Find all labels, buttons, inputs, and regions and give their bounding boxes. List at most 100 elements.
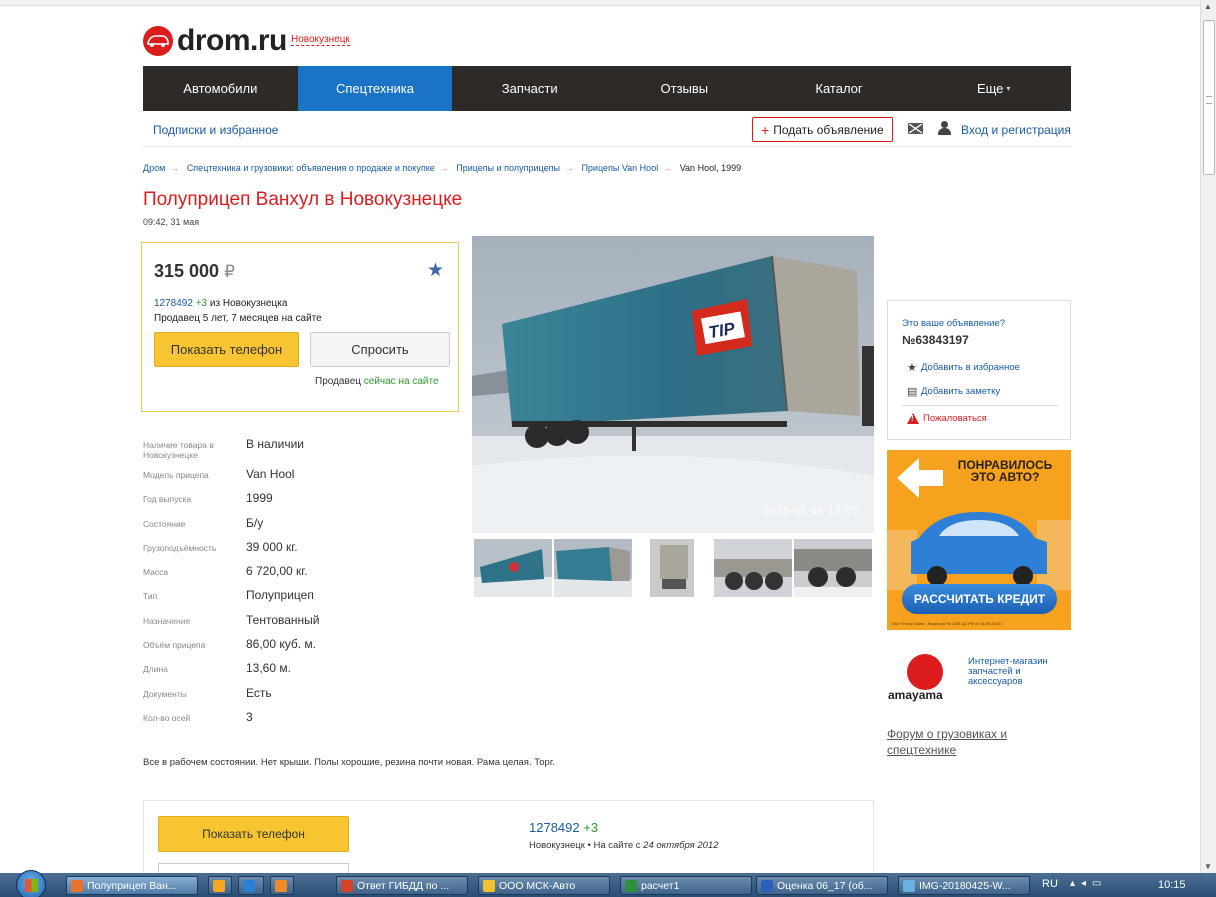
city-selector[interactable]: Новокузнецк [291, 34, 350, 46]
breadcrumb-item[interactable]: Прицепы Van Hool [581, 163, 658, 173]
photo-thumbnail[interactable] [794, 539, 872, 597]
specs-table: Наличие товара в Новокузнецке В наличии Мо… [143, 437, 453, 734]
taskbar-item[interactable] [270, 876, 294, 895]
nav-label: Еще [976, 81, 1004, 96]
spec-label: Тип [143, 591, 158, 602]
taskbar-item[interactable] [208, 876, 232, 895]
taskbar-item[interactable]: Оценка 06_17 (об... [756, 876, 888, 895]
thumbnail-image [794, 539, 872, 597]
taskbar-item[interactable]: Полуприцеп Ван... [66, 876, 198, 895]
banner-fine-print: ПАО «Плюс Банк». Лицензия № 1189 ЦБ РФ о… [891, 621, 1004, 626]
photo-thumbnail[interactable] [634, 539, 712, 597]
spec-row: Тип Полуприцеп [143, 588, 453, 612]
calculate-credit-button[interactable]: РАССЧИТАТЬ КРЕДИТ [902, 584, 1057, 614]
add-note-link[interactable]: ▤ Добавить заметку [907, 385, 1000, 398]
spec-row: Кол-во осей 3 [143, 710, 453, 734]
nav-item-special-equipment[interactable]: Спецтехника [297, 66, 453, 111]
star-icon[interactable]: ★ [427, 259, 444, 282]
start-button[interactable] [16, 870, 46, 897]
nav-label: Каталог [815, 81, 863, 96]
nav-item-cars[interactable]: Автомобили [143, 66, 298, 111]
listing-date: 09:42, 31 мая [143, 217, 200, 227]
add-favorite-link[interactable]: ★ Добавить в избранное [907, 361, 1020, 374]
taskbar-label: Оценка 06_17 (об... [777, 879, 873, 892]
thumbnail-image [714, 539, 792, 597]
nav-label: Спецтехника [336, 81, 414, 96]
amayama-ad[interactable]: amayama Интернет-магазин запчастей и акс… [887, 650, 1071, 705]
breadcrumb-item[interactable]: Спецтехника и грузовики: объявления о пр… [187, 163, 435, 173]
amayama-text: Интернет-магазин запчастей и аксессуаров [968, 656, 1048, 687]
divider [902, 405, 1058, 406]
spec-label: Объём прицепа [143, 640, 206, 651]
spec-value: Тентованный [246, 612, 320, 627]
spec-value: 86,00 куб. м. [246, 637, 317, 652]
main-photo[interactable]: TIP 2018-01-16 13:05 [472, 236, 874, 533]
app-icon [341, 879, 353, 892]
taskbar-item[interactable]: расчет1 [620, 876, 752, 895]
login-link[interactable]: Вход и регистрация [961, 123, 1071, 137]
arrow-right-icon: → [170, 163, 180, 173]
chevron-down-icon: ▾ [1006, 84, 1011, 93]
spec-value: Б/у [246, 515, 264, 530]
seller-online-status: Продавец сейчас на сайте [315, 376, 439, 387]
seller-id-link[interactable]: 1278492 [154, 298, 193, 309]
site-logo[interactable]: drom.ru [143, 24, 287, 58]
bottom-show-phone-button[interactable]: Показать телефон [158, 816, 349, 852]
language-indicator[interactable]: RU [1042, 878, 1058, 890]
windows-taskbar: Полуприцеп Ван... Ответ ГИБДД по ... ООО М… [0, 870, 1216, 897]
taskbar-item[interactable] [238, 876, 264, 895]
spec-row: Состояние Б/у [143, 516, 453, 540]
trailer-photo-image: TIP [472, 236, 874, 533]
spec-value: Van Hool [246, 467, 295, 481]
post-ad-button[interactable]: + Подать объявление [752, 117, 893, 142]
photo-thumbnail[interactable] [554, 539, 632, 597]
seller-info: 1278492 +3 из Новокузнецка [154, 298, 287, 309]
subscriptions-link[interactable]: Подписки и избранное [153, 123, 278, 137]
tray-icons[interactable]: ▴◂▭ [1070, 878, 1108, 889]
plus-icon: + [761, 121, 770, 138]
photo-thumbnail[interactable] [714, 539, 792, 597]
owner-question-link[interactable]: Это ваше объявление? [902, 318, 1005, 329]
forum-link[interactable]: Форум о грузовиках и спецтехнике [887, 726, 1057, 758]
breadcrumb-item[interactable]: Прицепы и полуприцепы [456, 163, 560, 173]
spec-label: Масса [143, 567, 169, 578]
photo-thumbnail[interactable] [474, 539, 552, 597]
online-status: сейчас на сайте [363, 376, 439, 387]
taskbar-item[interactable]: IMG-20180425-W... [898, 876, 1030, 895]
vertical-scrollbar[interactable]: ▲ ▼ [1200, 0, 1216, 873]
scroll-down-icon[interactable]: ▼ [1204, 862, 1212, 871]
mail-icon[interactable] [908, 123, 923, 134]
nav-label: Автомобили [183, 81, 258, 96]
app-icon [275, 879, 287, 892]
nav-label: Запчасти [501, 81, 558, 96]
taskbar-item[interactable]: Ответ ГИБДД по ... [336, 876, 468, 895]
app-icon [483, 879, 495, 892]
nav-label: Отзывы [660, 81, 709, 96]
nav-item-catalog[interactable]: Каталог [762, 66, 917, 111]
nav-item-more[interactable]: Еще ▾ [916, 66, 1071, 111]
taskbar-label: ООО МСК-Авто [499, 879, 576, 892]
breadcrumb-item[interactable]: Дром [143, 163, 165, 173]
app-icon [625, 879, 637, 892]
spec-row: Объём прицепа 86,00 куб. м. [143, 637, 453, 661]
taskbar-item[interactable]: ООО МСК-Авто [478, 876, 610, 895]
spec-row: Документы Есть [143, 686, 453, 710]
scrollbar-thumb[interactable] [1203, 20, 1215, 175]
add-note-label: Добавить заметку [921, 386, 1001, 397]
price: 315 000 ₽ [154, 261, 235, 282]
credit-ad-banner[interactable]: ПОНРАВИЛОСЬ ЭТО АВТО? РАССЧИТАТЬ КРЕДИТ … [887, 450, 1071, 630]
taskbar-label: Ответ ГИБДД по ... [357, 879, 450, 892]
breadcrumb: Дром → Спецтехника и грузовики: объявлени… [143, 163, 741, 173]
nav-item-parts[interactable]: Запчасти [452, 66, 607, 111]
spec-value: В наличии [246, 437, 305, 451]
spec-label: Назначение [143, 615, 191, 626]
show-phone-button[interactable]: Показать телефон [154, 332, 299, 367]
bottom-seller-id-link[interactable]: 1278492 [529, 820, 580, 835]
spec-value: 13,60 м. [246, 661, 291, 676]
ask-button[interactable]: Спросить [310, 332, 450, 367]
nav-item-reviews[interactable]: Отзывы [607, 66, 762, 111]
scroll-up-icon[interactable]: ▲ [1204, 2, 1212, 11]
spec-row: Масса 6 720,00 кг. [143, 564, 453, 588]
clock[interactable]: 10:15 [1158, 879, 1186, 891]
report-link[interactable]: Пожаловаться [907, 413, 987, 424]
